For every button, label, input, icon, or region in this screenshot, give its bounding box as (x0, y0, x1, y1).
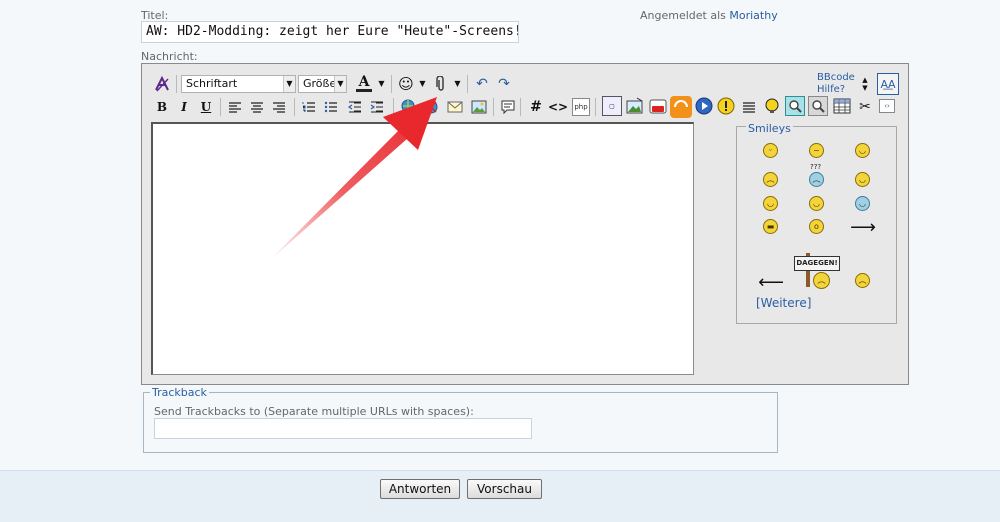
align-left-icon[interactable] (225, 97, 245, 117)
reply-button[interactable]: Antworten (380, 479, 460, 499)
search-icon[interactable] (785, 96, 805, 116)
smiley-icon[interactable]: ☺ (396, 74, 416, 94)
underline-button[interactable]: U (196, 97, 216, 117)
bold-button[interactable]: B (152, 97, 172, 117)
hash-button[interactable]: # (526, 97, 546, 117)
size-select-value: Größe (303, 77, 337, 90)
toolbar-separator (391, 75, 392, 93)
toolbar-separator (220, 98, 221, 116)
search-alt-icon[interactable] (808, 96, 828, 116)
undo-icon[interactable]: ↶ (472, 74, 492, 94)
insert-link-icon[interactable] (399, 97, 419, 117)
text-color-icon: A (358, 73, 370, 90)
question-marks-label: ??? (810, 163, 822, 171)
numbered-list-icon[interactable] (299, 97, 319, 117)
trackback-input[interactable] (154, 418, 532, 439)
smiley-sad-icon[interactable]: ︵ (763, 172, 778, 187)
php-button[interactable]: php (572, 98, 590, 116)
insert-email-icon[interactable] (445, 97, 465, 117)
source-view-icon[interactable]: ‹› (879, 99, 895, 113)
toolbar-separator (520, 98, 521, 116)
username-link[interactable]: Moriathy (729, 9, 777, 22)
lightbulb-icon[interactable] (762, 96, 782, 116)
toolbar-separator (393, 98, 394, 116)
smiley-cool-icon[interactable]: ▬ (763, 219, 778, 234)
smileys-legend: Smileys (746, 122, 793, 135)
title-input[interactable]: AW: HD2-Modding: zeigt her Eure "Heute"-… (141, 21, 519, 43)
toolbar-separator (176, 75, 177, 93)
message-textarea[interactable] (151, 122, 694, 375)
outdent-icon[interactable] (345, 97, 365, 117)
attachment-icon[interactable] (431, 74, 451, 94)
smiley-surprised-icon[interactable]: o (809, 219, 824, 234)
smiley-grin-icon[interactable]: ᵕ (763, 143, 778, 158)
trackback-legend: Trackback (150, 386, 209, 399)
smiley-wink-icon[interactable]: ◡ (855, 172, 870, 187)
toolbar-separator (294, 98, 295, 116)
quote-icon[interactable] (498, 97, 518, 117)
bbcode-help: BBcode Hilfe? (817, 72, 855, 96)
smiley-smile-icon[interactable]: ◡ (809, 196, 824, 211)
size-select[interactable]: Größe ▼ (298, 75, 347, 93)
redo-icon[interactable]: ↷ (494, 74, 514, 94)
italic-button[interactable]: I (174, 97, 194, 117)
more-smileys-link[interactable]: [Weitere] (756, 296, 811, 310)
chevron-down-icon[interactable]: ▼ (453, 78, 462, 88)
buw-video-icon[interactable] (670, 96, 692, 118)
preview-button[interactable]: Vorschau (467, 479, 542, 499)
smiley-puzzled-icon[interactable]: ︵ (809, 172, 824, 187)
remove-format-icon[interactable] (152, 74, 172, 94)
message-label: Nachricht: (141, 50, 198, 63)
hide-tag-icon[interactable]: ▢ (602, 96, 622, 116)
logged-in-status: Angemeldet als Moriathy (640, 9, 778, 22)
trackback-label: Send Trackbacks to (Separate multiple UR… (154, 405, 474, 418)
toolbar-separator (493, 98, 494, 116)
remove-link-icon[interactable] (421, 97, 441, 117)
code-button[interactable]: <> (548, 97, 568, 117)
chevron-down-icon: ▼ (334, 76, 346, 92)
text-color-button[interactable]: A (353, 72, 375, 94)
chevron-down-icon: ▼ (283, 76, 295, 92)
logged-in-prefix: Angemeldet als (640, 9, 726, 22)
warning-icon[interactable] (716, 96, 736, 116)
table-icon[interactable] (832, 96, 852, 116)
chevron-down-icon[interactable]: ▼ (418, 78, 427, 88)
font-select-value: Schriftart (186, 77, 238, 90)
color-bar (356, 88, 372, 92)
dagegen-smiley-sign[interactable]: DAGEGEN! (794, 256, 840, 271)
toolbar-separator (467, 75, 468, 93)
smiley-happy-icon[interactable]: ◡ (855, 143, 870, 158)
align-right-icon[interactable] (269, 97, 289, 117)
resize-arrows-icon[interactable]: ▲ ▼ (860, 73, 870, 95)
image-upload-icon[interactable] (625, 96, 645, 116)
smiley-protest-icon[interactable]: ︵ (813, 272, 830, 289)
scissors-icon[interactable]: ✂ (855, 97, 875, 117)
bullet-list-icon[interactable] (321, 97, 341, 117)
align-center-icon[interactable] (247, 97, 267, 117)
arrow-left-icon[interactable]: ⟵ (755, 272, 787, 293)
indent-icon[interactable] (367, 97, 387, 117)
bbcode-link[interactable]: BBcode (817, 72, 855, 84)
chevron-down-icon[interactable]: ▼ (377, 78, 386, 88)
smiley-unhappy-icon[interactable]: ︵ (855, 273, 870, 288)
font-select[interactable]: Schriftart ▼ (181, 75, 296, 93)
smiley-confused-icon[interactable]: ~ (809, 143, 824, 158)
help-link[interactable]: Hilfe? (817, 84, 855, 96)
toolbar-separator (595, 98, 596, 116)
smiley-laugh-icon[interactable]: ◡ (855, 196, 870, 211)
media-play-icon[interactable] (694, 96, 714, 116)
switch-editor-mode-icon[interactable]: A͟A (877, 73, 899, 95)
insert-image-icon[interactable] (469, 97, 489, 117)
arrow-right-icon[interactable]: ⟶ (847, 217, 879, 238)
horizontal-rule-icon[interactable] (739, 97, 759, 117)
smiley-tongue-icon[interactable]: ◡ (763, 196, 778, 211)
youtube-icon[interactable] (648, 96, 668, 116)
